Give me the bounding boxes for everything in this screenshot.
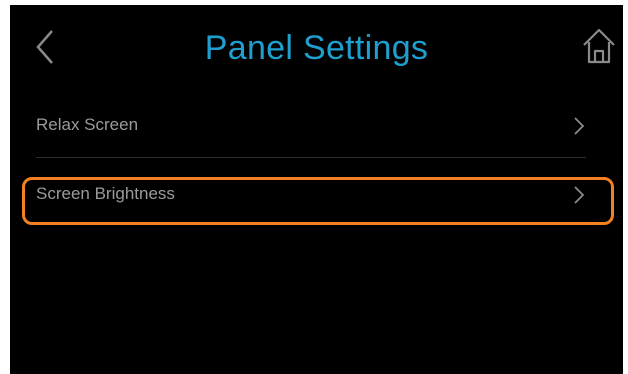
home-button[interactable] [581, 26, 617, 66]
home-icon [583, 28, 615, 64]
menu-divider [36, 157, 586, 158]
chevron-right-icon [574, 186, 585, 204]
panel-settings-screen: Panel Settings Relax Screen Screen Brigh… [10, 5, 623, 374]
menu-item-label: Relax Screen [36, 115, 139, 134]
page-title: Panel Settings [204, 29, 429, 67]
menu-item-screen-brightness[interactable]: Screen Brightness [36, 172, 586, 216]
menu-item-relax-screen[interactable]: Relax Screen [36, 103, 586, 147]
menu-item-label: Screen Brightness [36, 184, 175, 203]
header-bar: Panel Settings [10, 5, 623, 90]
chevron-right-icon [574, 117, 585, 135]
